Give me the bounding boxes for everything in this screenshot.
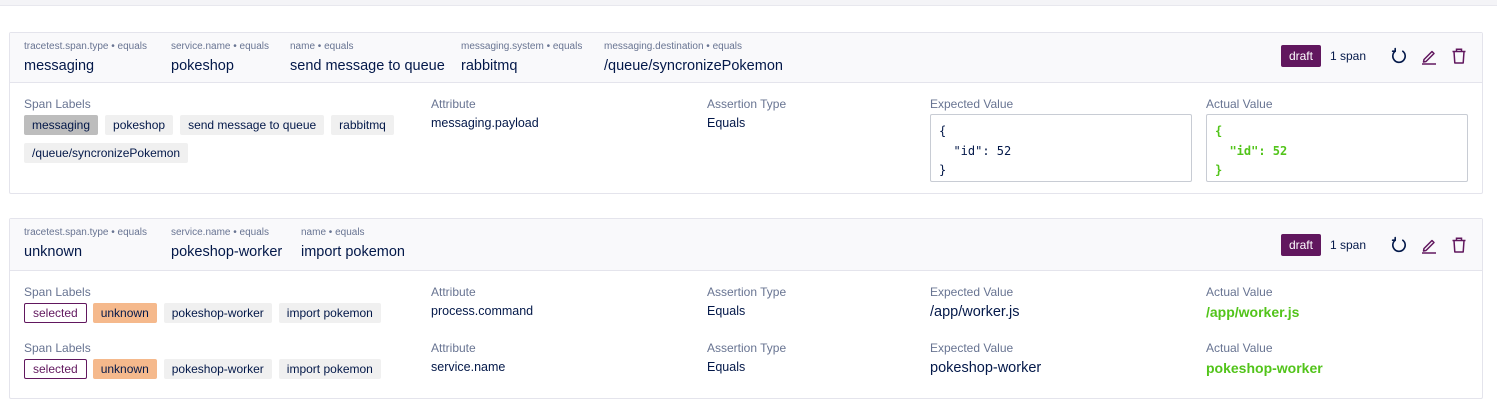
actual-value: /app/worker.js [1206, 304, 1300, 320]
expected-value-title: Expected Value [930, 341, 1014, 355]
selector-key: name • equals [301, 227, 365, 238]
selector-name: name • equals import pokemon [301, 227, 405, 261]
span-label: send message to queue [180, 115, 325, 135]
span-label: import pokemon [278, 303, 381, 323]
delete-icon[interactable] [1450, 47, 1468, 65]
span-label-unknown: unknown [92, 359, 157, 379]
span-labels-title: Span Labels [24, 341, 91, 355]
selector-key: name • equals [290, 41, 354, 52]
selector-service-name: service.name • equals pokeshop [171, 41, 269, 75]
expected-value-title: Expected Value [930, 97, 1014, 111]
span-label-selected: selected [24, 359, 87, 379]
attribute-title: Attribute [431, 97, 476, 111]
selector-key: tracetest.span.type • equals [24, 227, 148, 238]
assertion-row: Span Labels messaging pokeshop send messag… [10, 83, 1482, 193]
selector-key: messaging.system • equals [461, 41, 583, 52]
attribute-title: Attribute [431, 285, 476, 299]
status-badge: draft [1280, 234, 1321, 256]
assertion-card-messaging: tracetest.span.type • equals messaging s… [9, 32, 1483, 194]
span-labels: selected unknown pokeshop-worker import pok… [24, 359, 424, 387]
assertion-type-title: Assertion Type [707, 97, 787, 111]
edit-icon[interactable] [1420, 47, 1438, 65]
span-label: pokeshop [105, 115, 174, 135]
top-bar [0, 0, 1497, 6]
selector-key: messaging.destination • equals [604, 41, 743, 52]
span-labels: messaging pokeshop send message to queue ra… [24, 115, 424, 171]
span-label-unknown: unknown [92, 303, 157, 323]
selector-key: tracetest.span.type • equals [24, 41, 148, 52]
actual-value: pokeshop-worker [1206, 360, 1323, 376]
assertion-type-value: Equals [707, 116, 746, 130]
span-label: pokeshop-worker [163, 359, 272, 379]
selector-name: name • equals send message to queue [290, 41, 445, 75]
expected-value: pokeshop-worker [930, 360, 1042, 376]
selector-key: service.name • equals [171, 41, 269, 52]
expected-value-title: Expected Value [930, 285, 1014, 299]
assertion-card-unknown: tracetest.span.type • equals unknown ser… [9, 218, 1483, 399]
actual-value-title: Actual Value [1206, 341, 1273, 355]
selector-value: unknown [24, 244, 83, 260]
selector-span-type: tracetest.span.type • equals unknown [24, 227, 147, 261]
header-actions: draft 1 span [1280, 45, 1468, 67]
selector-value: /queue/syncronizePokemon [604, 58, 783, 74]
assertion-row: Span Labels selected unknown pokeshop-work… [10, 327, 1482, 383]
selector-service-name: service.name • equals pokeshop-worker [171, 227, 282, 261]
span-label: rabbitmq [331, 115, 394, 135]
span-label: messaging [24, 115, 99, 135]
span-count[interactable]: 1 span [1330, 238, 1366, 252]
assertion-type-value: Equals [707, 360, 746, 374]
assertion-card-header[interactable]: tracetest.span.type • equals unknown ser… [10, 219, 1482, 271]
selector-key: service.name • equals [171, 227, 269, 238]
edit-icon[interactable] [1420, 236, 1438, 254]
span-label: pokeshop-worker [163, 303, 272, 323]
selector-value: messaging [24, 58, 95, 74]
assertion-type-title: Assertion Type [707, 341, 787, 355]
span-label: /queue/syncronizePokemon [24, 143, 189, 163]
selector-value: pokeshop [171, 58, 234, 74]
assertion-row: Span Labels selected unknown pokeshop-work… [10, 271, 1482, 327]
span-labels-title: Span Labels [24, 285, 91, 299]
revert-icon[interactable] [1390, 236, 1408, 254]
assertion-type-title: Assertion Type [707, 285, 787, 299]
selector-messaging-system: messaging.system • equals rabbitmq [461, 41, 582, 75]
selector-value: rabbitmq [461, 58, 518, 74]
revert-icon[interactable] [1390, 47, 1408, 65]
selector-messaging-destination: messaging.destination • equals /queue/sy… [604, 41, 783, 75]
span-label-selected: selected [24, 303, 87, 323]
span-label: import pokemon [278, 359, 381, 379]
attribute-title: Attribute [431, 341, 476, 355]
attribute-value: service.name [431, 360, 506, 374]
span-count[interactable]: 1 span [1330, 49, 1366, 63]
attribute-value: process.command [431, 304, 534, 318]
status-badge: draft [1280, 45, 1321, 67]
attribute-value: messaging.payload [431, 116, 539, 130]
expected-value: /app/worker.js [930, 304, 1020, 320]
assertion-card-header[interactable]: tracetest.span.type • equals messaging s… [10, 33, 1482, 83]
selector-value: send message to queue [290, 58, 445, 74]
actual-value-title: Actual Value [1206, 285, 1273, 299]
selector-value: import pokemon [301, 244, 405, 260]
selector-value: pokeshop-worker [171, 244, 283, 260]
span-labels-title: Span Labels [24, 97, 91, 111]
selector-span-type: tracetest.span.type • equals messaging [24, 41, 147, 75]
actual-value-code: { "id": 52 } [1206, 114, 1468, 182]
assertion-type-value: Equals [707, 304, 746, 318]
expected-value-code: { "id": 52 } [930, 114, 1192, 182]
actual-value-title: Actual Value [1206, 97, 1273, 111]
header-actions: draft 1 span [1280, 234, 1468, 256]
delete-icon[interactable] [1450, 236, 1468, 254]
